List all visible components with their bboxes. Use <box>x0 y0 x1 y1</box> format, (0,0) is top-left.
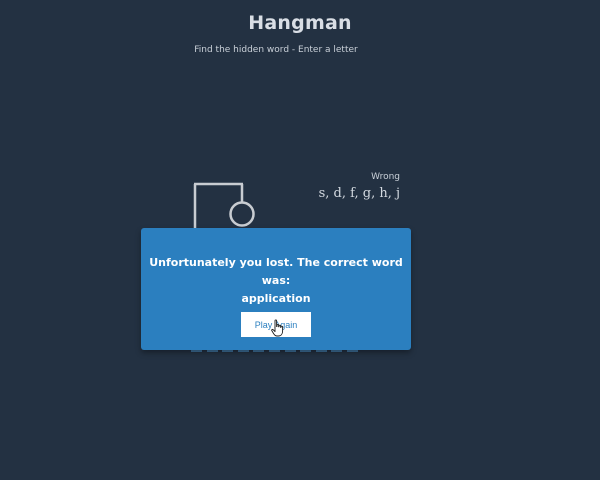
correct-word: application <box>241 292 311 305</box>
game-over-message: Unfortunately you lost. The correct word… <box>149 254 403 308</box>
letter-slot <box>269 350 280 352</box>
letter-slot <box>206 350 218 352</box>
wrong-label: Wrong <box>371 172 400 182</box>
hand-cursor-icon <box>271 319 284 337</box>
letter-slot <box>237 350 249 352</box>
letter-slot <box>284 350 296 352</box>
game-over-popup: Unfortunately you lost. The correct word… <box>141 228 411 350</box>
hangman-head <box>229 201 255 227</box>
page-title: Hangman <box>248 12 352 34</box>
letter-slot <box>300 350 312 352</box>
letter-slot <box>191 350 202 352</box>
letter-slot <box>315 350 327 352</box>
wrong-letters: s, d, f, g, h, j <box>318 186 400 201</box>
letter-slot <box>222 350 234 352</box>
letter-slot <box>347 350 358 352</box>
game-over-message-line1: Unfortunately you lost. The correct word… <box>149 256 403 287</box>
wrong-letters-panel: Wrong s, d, f, g, h, j <box>300 172 400 201</box>
letter-slot <box>331 350 343 352</box>
letter-slot <box>253 350 265 352</box>
instructions: Find the hidden word - Enter a letter <box>194 45 358 55</box>
game-stage: Hangman Find the hidden word - Enter a l… <box>0 0 600 480</box>
